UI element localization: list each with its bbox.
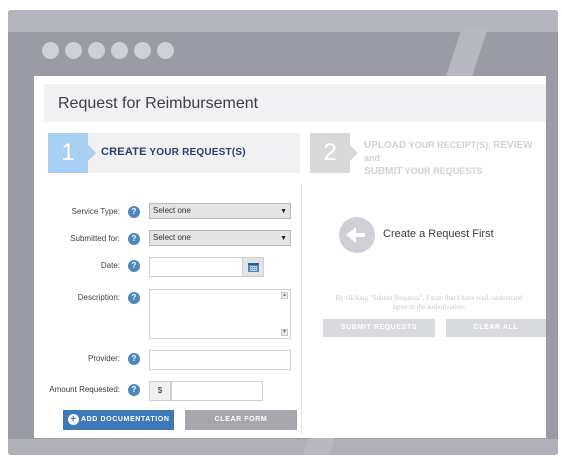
step-1-header: 1 CREATE YOUR REQUEST(S)	[48, 133, 300, 173]
frame-bottom-strip	[8, 439, 558, 455]
step-2-and: and	[364, 153, 381, 163]
description-row: Description: ? ▲ ▼	[34, 289, 296, 339]
step-2-arrow-icon	[350, 145, 358, 161]
add-documentation-button[interactable]: + ADD DOCUMENTATION	[63, 410, 174, 430]
step-2-line-2: SUBMIT YOUR REQUESTS	[364, 165, 544, 178]
step-1-label-main: CREATE	[101, 146, 147, 158]
submitted-for-select[interactable]: Select one ▼	[149, 230, 291, 246]
window-dot	[88, 42, 105, 59]
page-title: Request for Reimbursement	[58, 95, 259, 112]
amount-row: Amount Requested: ? $	[34, 381, 296, 401]
window-dot	[134, 42, 151, 59]
plus-circle-icon: +	[68, 414, 79, 425]
calendar-button[interactable]	[242, 257, 264, 277]
dropdown-caret-icon: ▼	[280, 208, 287, 215]
window-dot	[157, 42, 174, 59]
description-label: Description:	[77, 293, 120, 302]
window-dots	[42, 42, 174, 59]
step-2-requests: YOUR REQUESTS	[402, 166, 483, 176]
amount-input[interactable]	[171, 381, 263, 401]
step-2-upload: UPLOAD	[364, 140, 407, 151]
help-icon[interactable]: ?	[128, 292, 140, 304]
service-type-select[interactable]: Select one ▼	[149, 203, 291, 219]
disclaimer-line-1: By clicking "Submit Requests", I state t…	[335, 294, 523, 302]
step-2-label: UPLOAD YOUR RECEIPT(S), REVIEW and SUBMI…	[364, 139, 544, 178]
panel-divider	[301, 184, 302, 434]
step-2-number: 2	[310, 133, 350, 173]
help-icon[interactable]: ?	[128, 233, 140, 245]
step-1-number: 1	[48, 133, 88, 173]
help-icon[interactable]: ?	[128, 206, 140, 218]
clear-form-button[interactable]: CLEAR FORM	[185, 410, 297, 430]
disclaimer-line-2: agree to the authorization.	[392, 303, 466, 311]
date-input[interactable]	[149, 257, 243, 277]
window-dot	[42, 42, 59, 59]
reimbursement-card: Request for Reimbursement 1 CREATE YOUR …	[34, 76, 546, 438]
calendar-icon	[248, 263, 259, 272]
date-label: Date:	[100, 261, 120, 270]
arrow-shaft	[349, 233, 365, 237]
submitted-for-row: Submitted for: ? Select one ▼	[34, 230, 296, 250]
step-2-review: REVIEW	[493, 140, 533, 151]
step-2-submit: SUBMIT	[364, 166, 403, 177]
scroll-down-icon[interactable]: ▼	[281, 329, 288, 336]
service-type-value: Select one	[153, 206, 191, 215]
add-documentation-label: ADD DOCUMENTATION	[81, 416, 170, 423]
step-2-receipts: YOUR RECEIPT(S),	[406, 140, 494, 150]
help-icon[interactable]: ?	[128, 260, 140, 272]
date-row: Date: ?	[34, 257, 296, 277]
submit-requests-button[interactable]: SUBMIT REQUESTS	[323, 319, 435, 337]
authorization-disclaimer: By clicking "Submit Requests", I state t…	[312, 294, 546, 312]
step-2-line-1: UPLOAD YOUR RECEIPT(S), REVIEW and	[364, 139, 544, 165]
provider-input[interactable]	[149, 350, 291, 370]
description-textarea[interactable]: ▲ ▼	[149, 289, 291, 339]
provider-label: Provider:	[87, 354, 120, 363]
create-request-first-text: Create a Request First	[383, 228, 494, 240]
help-icon[interactable]: ?	[128, 384, 140, 396]
clear-all-button[interactable]: CLEAR ALL	[446, 319, 546, 337]
step-1-label: CREATE YOUR REQUEST(S)	[101, 146, 246, 158]
service-type-row: Service Type: ? Select one ▼	[34, 203, 296, 223]
dropdown-caret-icon: ▼	[280, 235, 287, 242]
arrow-left-icon	[339, 217, 375, 253]
submitted-for-value: Select one	[153, 233, 191, 242]
provider-row: Provider: ?	[34, 350, 296, 370]
step-1-label-rest: YOUR REQUEST(S)	[146, 147, 246, 158]
title-bar: Request for Reimbursement	[44, 84, 546, 122]
service-type-label: Service Type:	[71, 207, 120, 216]
currency-symbol: $	[149, 381, 171, 401]
window-dot	[65, 42, 82, 59]
submitted-for-label: Submitted for:	[70, 234, 120, 243]
step-1-arrow-icon	[88, 145, 96, 161]
window-dot	[111, 42, 128, 59]
help-icon[interactable]: ?	[128, 353, 140, 365]
step-2-header: 2 UPLOAD YOUR RECEIPT(S), REVIEW and SUB…	[310, 133, 546, 177]
amount-label: Amount Requested:	[49, 385, 120, 394]
scroll-up-icon[interactable]: ▲	[281, 292, 288, 299]
